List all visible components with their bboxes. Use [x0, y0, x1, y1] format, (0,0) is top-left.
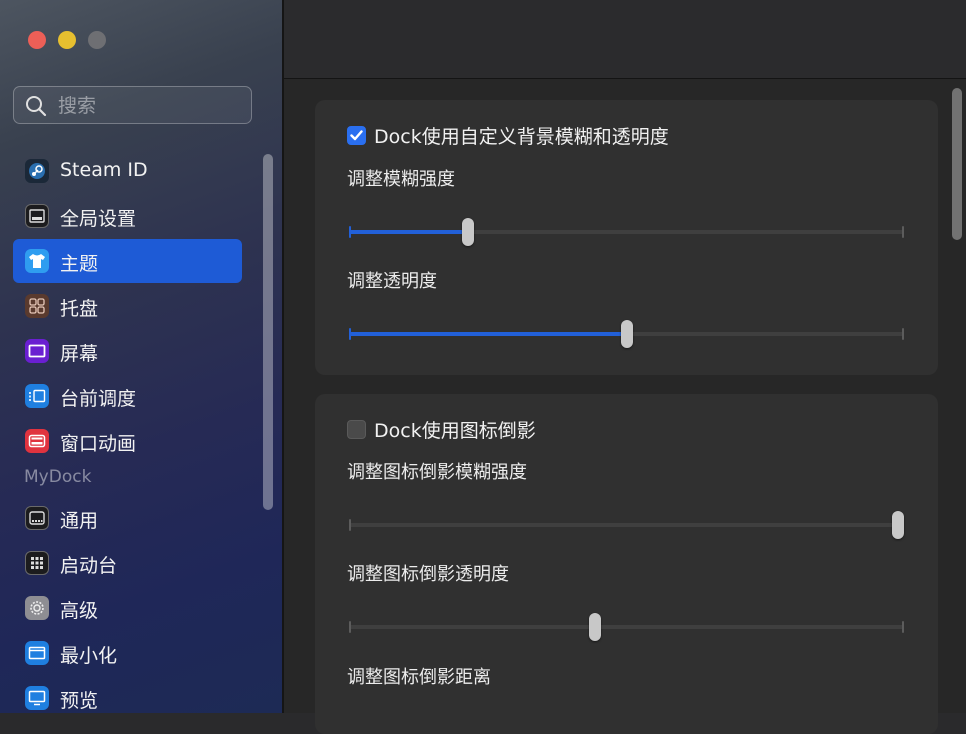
stage-manager-icon	[25, 384, 49, 408]
sidebar-item-label: 主题	[60, 253, 99, 275]
sidebar-item-steam-id[interactable]: Steam ID	[13, 149, 242, 193]
sidebar-item-label: 台前调度	[60, 388, 137, 410]
card-dock-reflection: Dock使用图标倒影 调整图标倒影模糊强度 调整图标倒影透明度 调整图标倒影距离	[315, 394, 938, 734]
sidebar-item-label: 全局设置	[60, 208, 137, 230]
sidebar: Steam ID 全局设置 主题 托盘 屏幕 台前调度 窗口动画	[0, 0, 282, 713]
zoom-window-button[interactable]	[88, 31, 106, 49]
checkbox-label: Dock使用自定义背景模糊和透明度	[374, 126, 669, 148]
sidebar-item-label: 屏幕	[60, 343, 99, 365]
checkbox-dock-reflection[interactable]	[347, 420, 366, 439]
label-blur-strength: 调整模糊强度	[347, 169, 455, 190]
checkbox-dock-blur[interactable]	[347, 126, 366, 145]
slider-knob[interactable]	[892, 511, 905, 539]
main-scrollbar[interactable]	[952, 88, 962, 240]
sidebar-scrollbar[interactable]	[263, 154, 273, 510]
screen-icon	[25, 339, 49, 363]
slider-transparency[interactable]	[349, 320, 904, 348]
sidebar-item-label: 高级	[60, 600, 99, 622]
launchpad-icon	[25, 551, 49, 575]
window-animation-icon	[25, 429, 49, 453]
minimize-window-button[interactable]	[58, 31, 76, 49]
sidebar-item-stage-manager[interactable]: 台前调度	[13, 374, 242, 418]
sidebar-item-tray[interactable]: 托盘	[13, 284, 242, 328]
card-dock-background: Dock使用自定义背景模糊和透明度 调整模糊强度 调整透明度	[315, 100, 938, 375]
sidebar-item-global-settings[interactable]: 全局设置	[13, 194, 242, 238]
sidebar-item-preview[interactable]: 预览	[13, 676, 242, 713]
grid-icon	[25, 294, 49, 318]
slider-knob[interactable]	[461, 218, 474, 246]
sidebar-item-minimize[interactable]: 最小化	[13, 631, 242, 675]
minimize-icon	[25, 641, 49, 665]
sidebar-item-label: 窗口动画	[60, 433, 137, 455]
sidebar-item-label: 托盘	[60, 298, 99, 320]
label-transparency: 调整透明度	[347, 271, 437, 292]
dock-general-icon	[25, 506, 49, 530]
slider-knob[interactable]	[620, 320, 633, 348]
checkbox-row-dock-blur[interactable]: Dock使用自定义背景模糊和透明度	[347, 122, 669, 149]
main-content: Dock使用自定义背景模糊和透明度 调整模糊强度 调整透明度 Dock使用图标倒…	[284, 79, 966, 734]
sidebar-item-label: 最小化	[60, 645, 118, 667]
checkbox-label: Dock使用图标倒影	[374, 420, 536, 442]
steam-icon	[25, 159, 49, 183]
slider-reflection-blur[interactable]	[349, 511, 905, 539]
sidebar-item-window-animation[interactable]: 窗口动画	[13, 419, 242, 463]
sidebar-item-label: Steam ID	[60, 159, 148, 181]
sidebar-item-general[interactable]: 通用	[13, 496, 242, 540]
search-box[interactable]	[13, 86, 252, 124]
section-label-mydock: MyDock	[24, 467, 92, 487]
sidebar-item-label: 启动台	[60, 555, 118, 577]
toolbar	[284, 0, 966, 79]
slider-reflection-transparency[interactable]	[349, 613, 904, 641]
preview-icon	[25, 686, 49, 710]
slider-knob[interactable]	[588, 613, 601, 641]
display-icon	[25, 204, 49, 228]
checkbox-row-dock-reflection[interactable]: Dock使用图标倒影	[347, 416, 536, 443]
search-input[interactable]	[56, 91, 250, 121]
sidebar-item-launchpad[interactable]: 启动台	[13, 541, 242, 585]
sidebar-item-advanced[interactable]: 高级	[13, 586, 242, 630]
gear-icon	[25, 596, 49, 620]
sidebar-item-label: 预览	[60, 690, 99, 712]
sidebar-item-label: 通用	[60, 510, 99, 532]
sidebar-item-screen[interactable]: 屏幕	[13, 329, 242, 373]
tshirt-icon	[25, 249, 49, 273]
sidebar-item-theme[interactable]: 主题	[13, 239, 242, 283]
checkmark-icon	[350, 130, 363, 141]
label-reflection-blur: 调整图标倒影模糊强度	[347, 462, 527, 483]
label-reflection-distance: 调整图标倒影距离	[347, 667, 491, 688]
slider-blur-strength[interactable]	[349, 218, 904, 246]
close-window-button[interactable]	[28, 31, 46, 49]
search-icon	[26, 96, 47, 117]
label-reflection-transparency: 调整图标倒影透明度	[347, 564, 509, 585]
